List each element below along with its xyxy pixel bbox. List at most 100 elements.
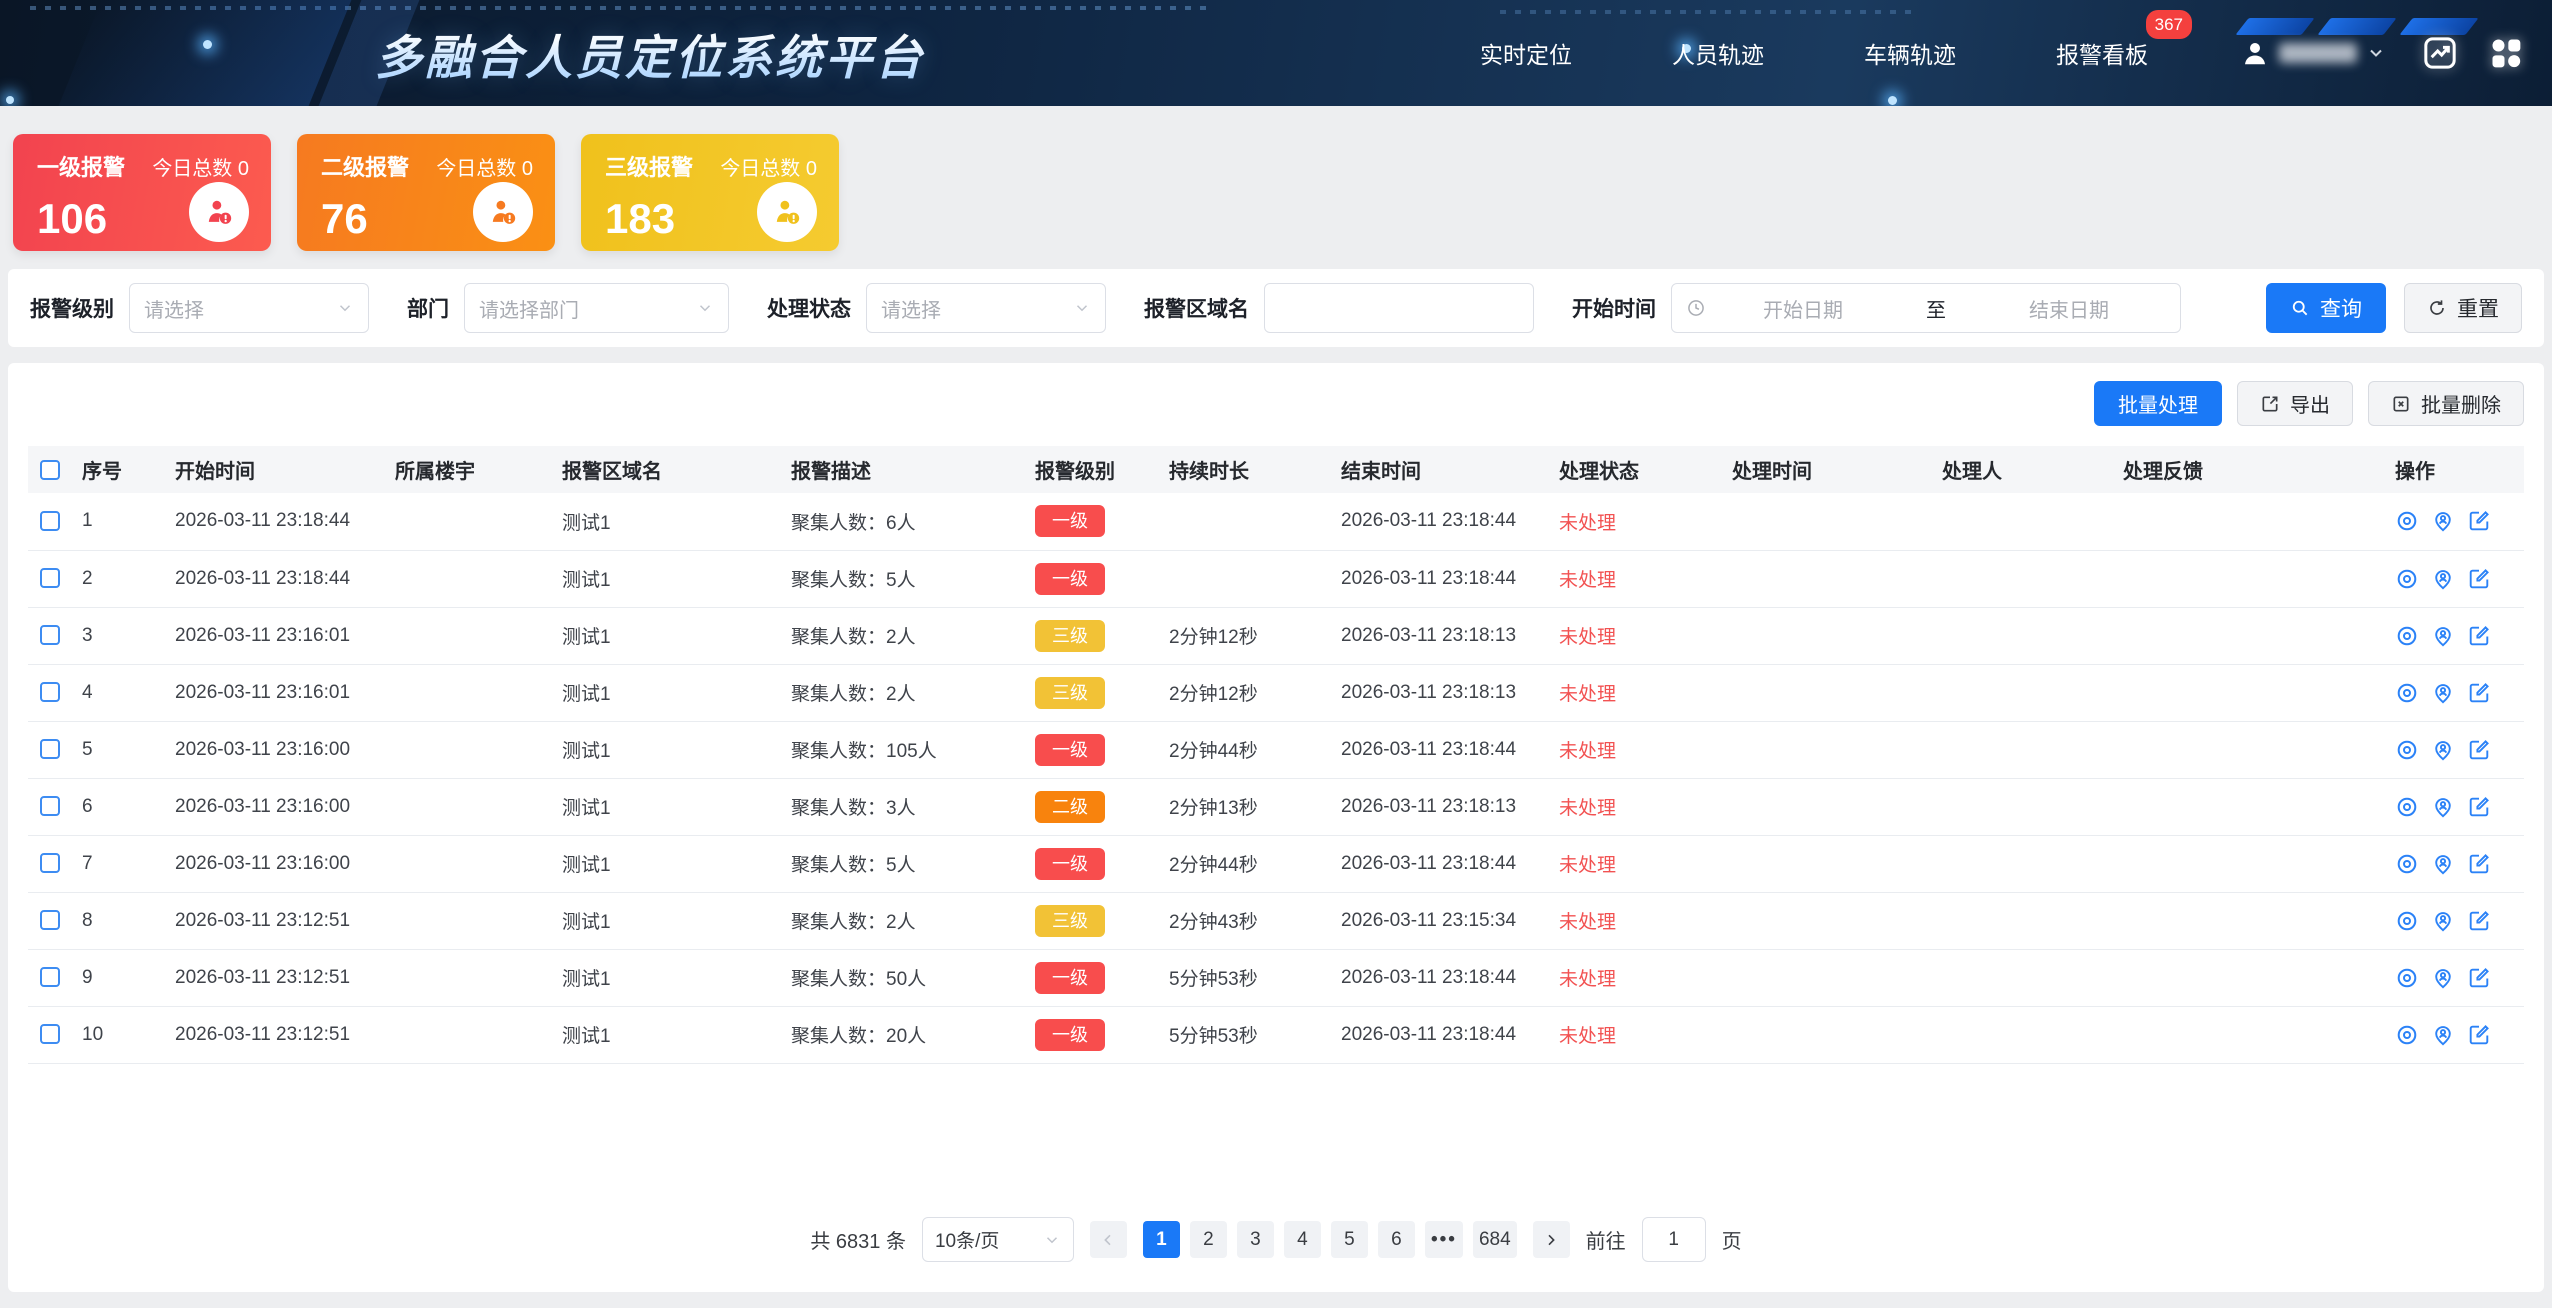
cell-description: 聚集人数：2人 (779, 664, 1023, 721)
glow-dot (203, 40, 212, 49)
col-status: 处理状态 (1547, 446, 1720, 493)
view-button[interactable] (2395, 909, 2419, 933)
search-button[interactable]: 查询 (2266, 283, 2386, 333)
page-button-5[interactable]: 5 (1331, 1221, 1368, 1258)
goto-label: 前往 (1586, 1225, 1626, 1254)
locate-button[interactable] (2431, 624, 2455, 648)
cell-feedback (2111, 664, 2383, 721)
export-button[interactable]: 导出 (2237, 381, 2353, 426)
edit-button[interactable] (2467, 852, 2491, 876)
view-button[interactable] (2395, 966, 2419, 990)
locate-button[interactable] (2431, 567, 2455, 591)
edit-button[interactable] (2467, 1023, 2491, 1047)
view-button[interactable] (2395, 1023, 2419, 1047)
view-button[interactable] (2395, 738, 2419, 762)
apps-grid-icon[interactable] (2486, 33, 2526, 73)
cell-area-name: 测试1 (550, 664, 779, 721)
date-range-picker[interactable]: 开始日期 至 结束日期 (1671, 283, 2181, 333)
edit-button[interactable] (2467, 681, 2491, 705)
next-page-button[interactable] (1533, 1221, 1570, 1258)
batch-delete-button[interactable]: 批量删除 (2368, 381, 2524, 426)
locate-button[interactable] (2431, 795, 2455, 819)
page-button-6[interactable]: 6 (1378, 1221, 1415, 1258)
nav-item-realtime-location[interactable]: 实时定位 (1480, 36, 1572, 70)
locate-button[interactable] (2431, 681, 2455, 705)
row-checkbox[interactable] (40, 796, 60, 816)
page-more-button[interactable]: ••• (1425, 1221, 1463, 1258)
cell-handler (1930, 892, 2111, 949)
page-button-2[interactable]: 2 (1190, 1221, 1227, 1258)
col-actions: 操作 (2383, 446, 2524, 493)
cell-feedback (2111, 721, 2383, 778)
alarm-table: 序号 开始时间 所属楼宇 报警区域名 报警描述 报警级别 持续时长 结束时间 处… (28, 446, 2524, 1064)
row-checkbox[interactable] (40, 682, 60, 702)
view-button[interactable] (2395, 681, 2419, 705)
level-badge: 一级 (1035, 848, 1105, 880)
page-size-select[interactable]: 10条/页 (922, 1217, 1074, 1262)
edit-button[interactable] (2467, 795, 2491, 819)
cell-area-name: 测试1 (550, 550, 779, 607)
alarm-card-level-1: 一级报警今日总数 0106 (13, 134, 271, 251)
end-date-placeholder[interactable]: 结束日期 (1972, 294, 2166, 323)
row-checkbox[interactable] (40, 853, 60, 873)
area-name-input[interactable] (1264, 283, 1534, 333)
row-checkbox[interactable] (40, 739, 60, 759)
process-state-select[interactable]: 请选择 (866, 283, 1106, 333)
status-unprocessed: 未处理 (1559, 741, 1616, 762)
locate-button[interactable] (2431, 966, 2455, 990)
cell-duration: 5分钟53秒 (1157, 949, 1329, 1006)
view-button[interactable] (2395, 567, 2419, 591)
view-button[interactable] (2395, 624, 2419, 648)
col-building: 所属楼宇 (383, 446, 550, 493)
row-checkbox[interactable] (40, 568, 60, 588)
alarm-count-badge: 367 (2146, 10, 2192, 39)
username-redacted (2279, 43, 2357, 63)
cell-description: 聚集人数：2人 (779, 892, 1023, 949)
edit-button[interactable] (2467, 624, 2491, 648)
cell-start-time: 2026-03-11 23:12:51 (163, 892, 383, 949)
nav-item-personnel-track[interactable]: 人员轨迹 (1672, 36, 1764, 70)
view-button[interactable] (2395, 852, 2419, 876)
page-button-1[interactable]: 1 (1143, 1221, 1180, 1258)
goto-page-input[interactable]: 1 (1642, 1217, 1706, 1262)
person-alarm-icon (473, 182, 533, 242)
cell-feedback (2111, 550, 2383, 607)
locate-button[interactable] (2431, 909, 2455, 933)
edit-button[interactable] (2467, 909, 2491, 933)
view-button[interactable] (2395, 795, 2419, 819)
row-checkbox[interactable] (40, 967, 60, 987)
batch-process-button[interactable]: 批量处理 (2094, 381, 2222, 426)
row-checkbox[interactable] (40, 625, 60, 645)
cell-handle-time (1720, 664, 1930, 721)
row-checkbox[interactable] (40, 910, 60, 930)
select-all-checkbox[interactable] (40, 460, 60, 480)
locate-button[interactable] (2431, 852, 2455, 876)
nav-item-alarm-board[interactable]: 报警看板367 (2056, 36, 2148, 70)
edit-button[interactable] (2467, 509, 2491, 533)
alarm-level-select[interactable]: 请选择 (129, 283, 369, 333)
row-checkbox[interactable] (40, 1024, 60, 1044)
level-badge: 三级 (1035, 677, 1105, 709)
locate-button[interactable] (2431, 1023, 2455, 1047)
edit-button[interactable] (2467, 567, 2491, 591)
nav-item-vehicle-track[interactable]: 车辆轨迹 (1864, 36, 1956, 70)
chevron-down-icon (2366, 43, 2386, 63)
prev-page-button[interactable] (1090, 1221, 1127, 1258)
locate-button[interactable] (2431, 509, 2455, 533)
cell-duration: 2分钟13秒 (1157, 778, 1329, 835)
cell-end-time: 2026-03-11 23:18:13 (1329, 664, 1547, 721)
reset-button[interactable]: 重置 (2404, 283, 2522, 333)
start-date-placeholder[interactable]: 开始日期 (1706, 294, 1900, 323)
row-checkbox[interactable] (40, 511, 60, 531)
edit-button[interactable] (2467, 738, 2491, 762)
department-select[interactable]: 请选择部门 (464, 283, 729, 333)
monitor-trend-icon[interactable] (2420, 33, 2460, 73)
locate-button[interactable] (2431, 738, 2455, 762)
page-button-4[interactable]: 4 (1284, 1221, 1321, 1258)
page-button-3[interactable]: 3 (1237, 1221, 1274, 1258)
cell-no: 2 (70, 550, 163, 607)
edit-button[interactable] (2467, 966, 2491, 990)
view-button[interactable] (2395, 509, 2419, 533)
page-button-684[interactable]: 684 (1473, 1221, 1517, 1258)
user-menu[interactable] (2240, 38, 2386, 68)
